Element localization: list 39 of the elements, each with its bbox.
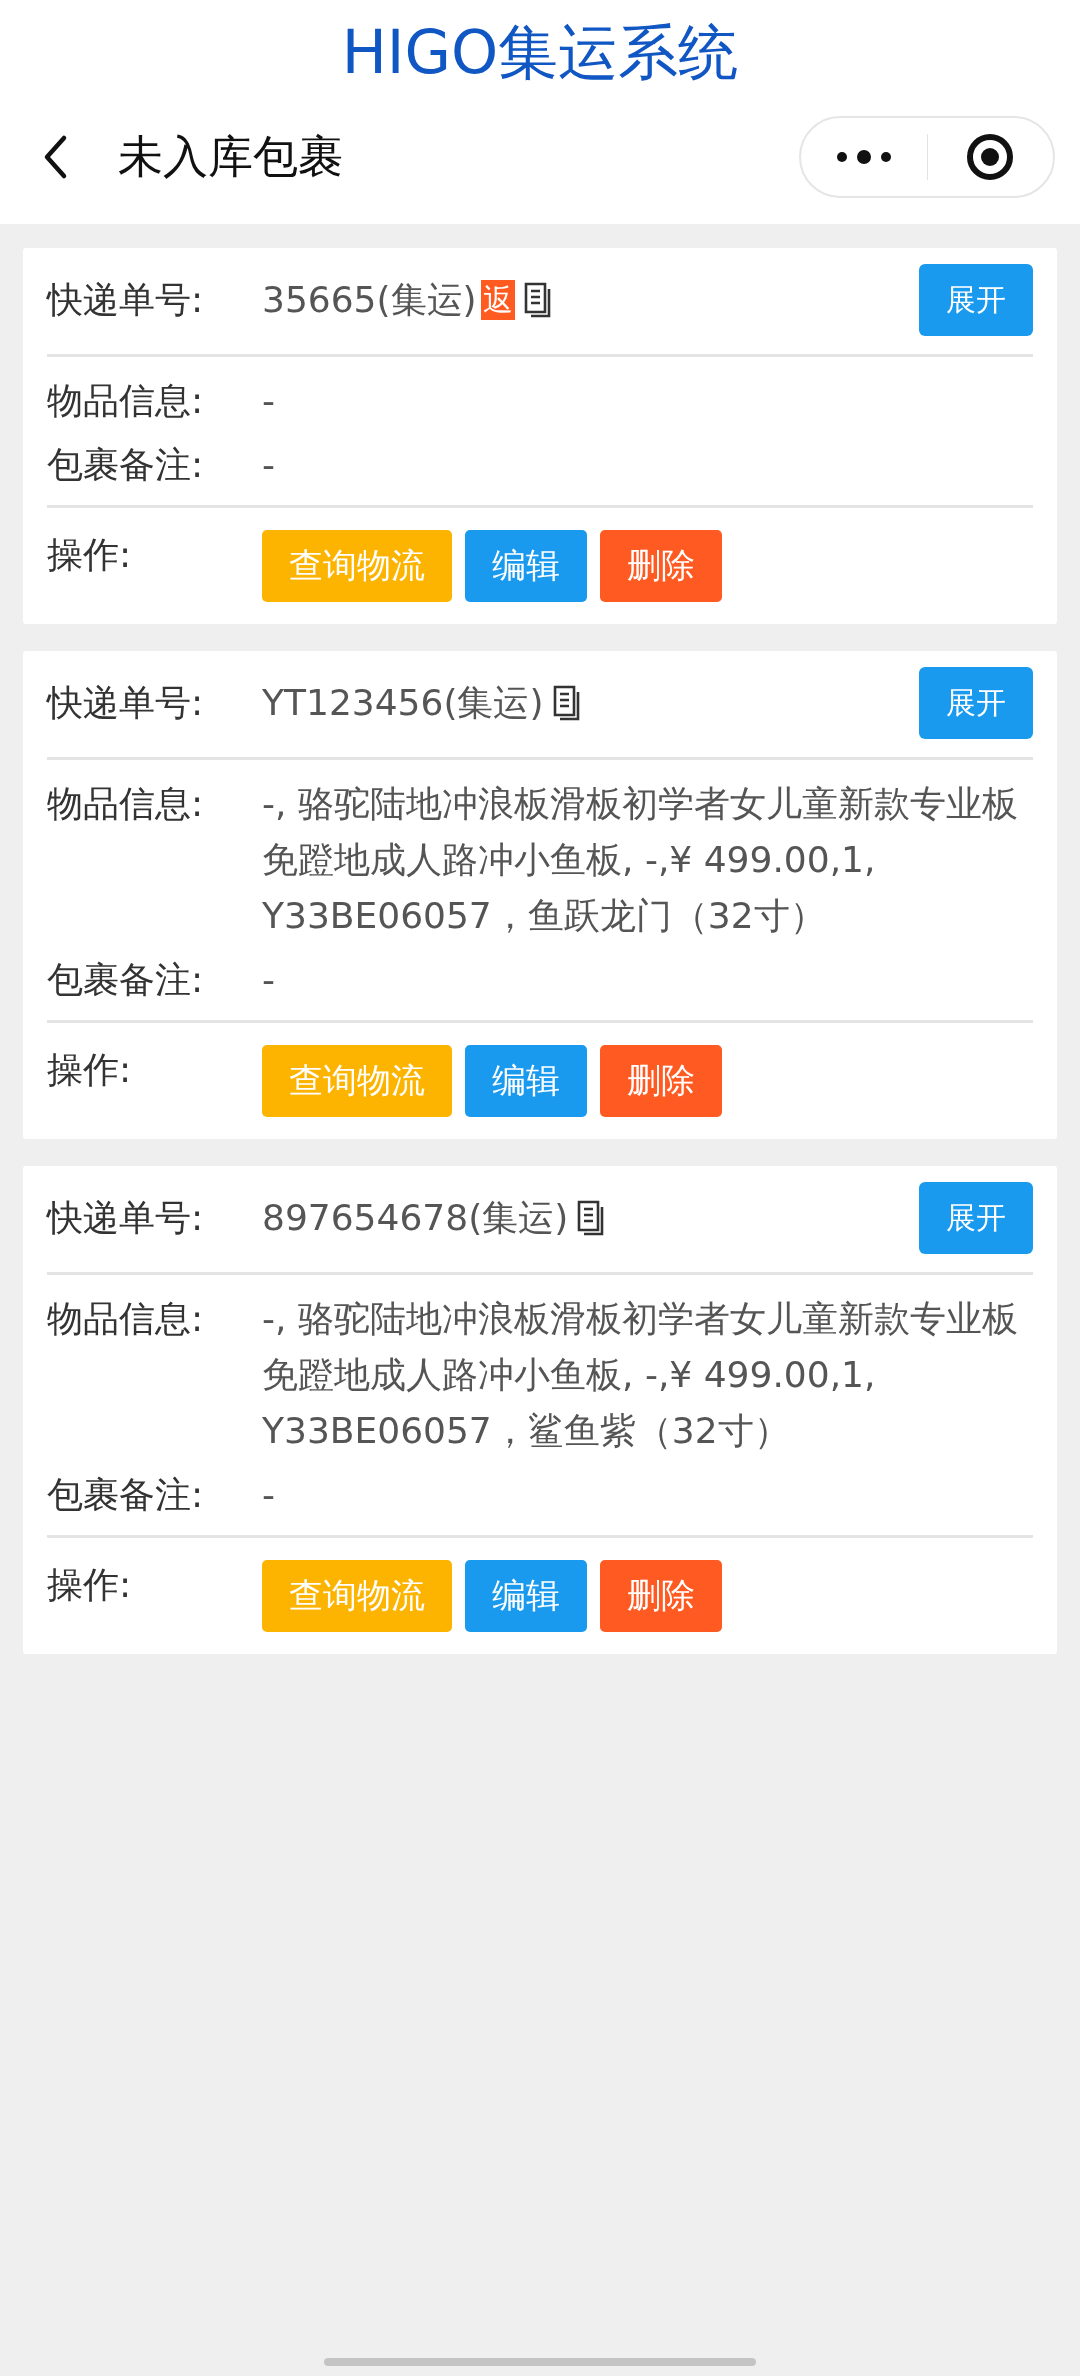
field-label: 物品信息: [47, 1297, 205, 1341]
tracking-number: YT123456(集运) [262, 681, 544, 725]
edit-button[interactable]: 编辑 [465, 530, 587, 602]
field-label: 快递单号: [47, 1196, 205, 1240]
return-badge: 返 [480, 280, 515, 320]
field-label: 操作: [47, 1563, 133, 1607]
target-icon [965, 132, 1016, 182]
expand-button[interactable]: 展开 [919, 264, 1033, 336]
field-label: 包裹备注: [47, 958, 205, 1002]
package-note: - [262, 443, 276, 487]
tracking-number: 35665(集运) [262, 278, 477, 322]
delete-button[interactable]: 删除 [600, 530, 722, 602]
delete-button[interactable]: 删除 [600, 1560, 722, 1632]
edit-button[interactable]: 编辑 [465, 1045, 587, 1117]
track-button[interactable]: 查询物流 [262, 1560, 452, 1632]
field-label: 快递单号: [47, 681, 205, 725]
track-button[interactable]: 查询物流 [262, 530, 452, 602]
package-note: - [262, 1473, 276, 1517]
edit-button[interactable]: 编辑 [465, 1560, 587, 1632]
field-label: 包裹备注: [47, 443, 205, 487]
field-label: 快递单号: [47, 278, 205, 322]
field-label: 操作: [47, 1048, 133, 1092]
package-note: - [262, 958, 276, 1002]
field-label: 物品信息: [47, 379, 205, 423]
item-info: - [262, 379, 276, 423]
app-title: HIGO集运系统 [341, 17, 739, 87]
tracking-number: 897654678(集运) [262, 1196, 569, 1240]
expand-button[interactable]: 展开 [919, 667, 1033, 739]
field-label: 物品信息: [47, 782, 205, 826]
field-label: 包裹备注: [47, 1473, 205, 1517]
field-label: 操作: [47, 533, 133, 577]
page-title: 未入库包裹 [118, 129, 343, 185]
expand-button[interactable]: 展开 [919, 1182, 1033, 1254]
track-button[interactable]: 查询物流 [262, 1045, 452, 1117]
delete-button[interactable]: 删除 [600, 1045, 722, 1117]
item-info: -, 骆驼陆地冲浪板滑板初学者女儿童新款专业板免蹬地成人路冲小鱼板, -,¥ 499.00,1, Y33BE06057，鲨鱼紫（32寸） [262, 1297, 1019, 1453]
item-info: -, 骆驼陆地冲浪板滑板初学者女儿童新款专业板免蹬地成人路冲小鱼板, -,¥ 499.00,1, Y33BE06057，鱼跃龙门（32寸） [262, 782, 1019, 938]
back-icon[interactable] [42, 134, 68, 180]
more-icon [835, 150, 892, 164]
